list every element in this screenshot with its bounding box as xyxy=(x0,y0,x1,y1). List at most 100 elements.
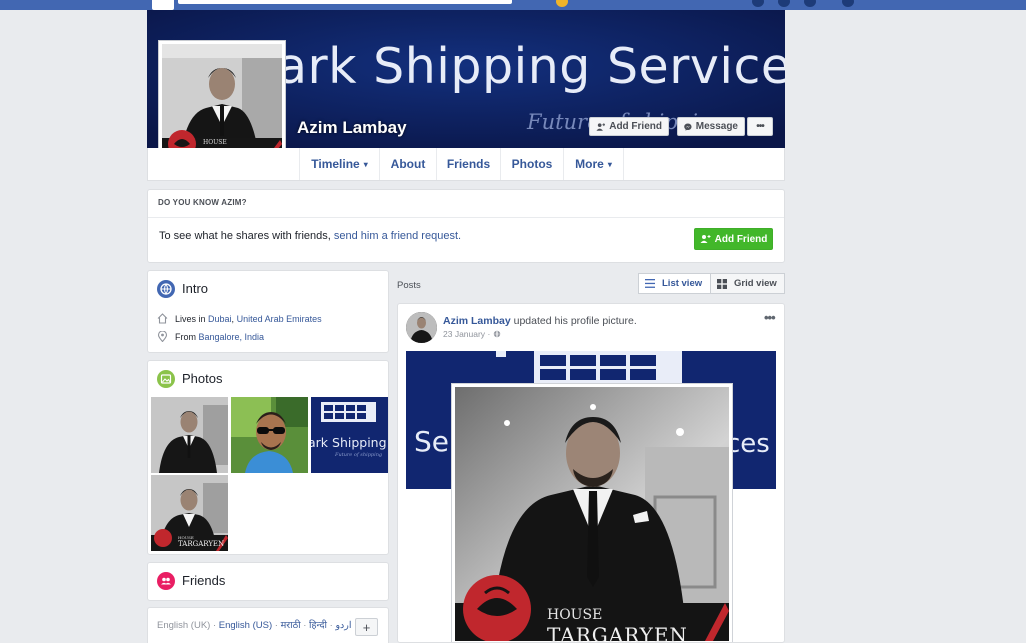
separator: · xyxy=(487,329,491,339)
tab-more[interactable]: More ▾ xyxy=(563,148,624,180)
add-friend-icon xyxy=(700,235,711,243)
post-timestamp: 23 January · xyxy=(443,329,501,339)
chevron-down-icon: ▾ xyxy=(607,159,612,169)
cover-title-text: ark Shipping Services xyxy=(277,38,785,95)
profile-name[interactable]: Azim Lambay xyxy=(297,118,407,138)
tab-friends[interactable]: Friends xyxy=(436,148,500,180)
do-you-know-card: DO YOU KNOW AZIM? To see what he shares … xyxy=(147,189,785,263)
tab-label: More xyxy=(575,157,604,171)
notification-badge-icon[interactable] xyxy=(556,0,568,7)
language-current: English (UK) xyxy=(157,620,211,631)
more-options-button[interactable]: ••• xyxy=(747,117,773,136)
lives-in-line: Lives in Dubai, United Arab Emirates xyxy=(175,314,322,324)
photo-thumbnail-sunglasses[interactable] xyxy=(231,397,308,473)
house-label: HOUSE xyxy=(203,139,227,146)
friends-title[interactable]: Friends xyxy=(182,573,225,588)
photo-thumbnail-shipping[interactable]: ark Shipping Se Future of shipping xyxy=(311,397,388,473)
messages-icon[interactable] xyxy=(778,0,790,7)
profile-nav-bar: Timeline ▾ About Friends Photos More ▾ xyxy=(147,148,785,181)
from-line: From Bangalore, India xyxy=(175,332,264,342)
tab-label: Timeline xyxy=(311,157,360,171)
search-input[interactable] xyxy=(178,0,512,4)
add-language-button[interactable]: + xyxy=(355,618,378,636)
post-date-link[interactable]: 23 January xyxy=(443,329,485,339)
top-navigation-bar xyxy=(0,0,1026,10)
post-options-icon[interactable]: ••• xyxy=(764,310,776,325)
post-author-link[interactable]: Azim Lambay xyxy=(443,315,511,327)
globe-icon xyxy=(157,280,175,298)
chevron-down-icon: ▾ xyxy=(363,159,368,169)
friend-requests-icon[interactable] xyxy=(752,0,764,7)
tab-photos[interactable]: Photos xyxy=(500,148,563,180)
send-friend-request-link[interactable]: send him a friend request. xyxy=(334,230,461,242)
separator: · xyxy=(329,620,333,631)
avatar[interactable] xyxy=(406,312,437,343)
separator: · xyxy=(303,620,307,631)
location-pin-icon xyxy=(157,331,168,342)
photo-image xyxy=(231,397,308,473)
language-option[interactable]: हिन्दी xyxy=(309,620,327,631)
tab-label: Friends xyxy=(446,157,491,171)
post-card: Azim Lambay updated his profile picture.… xyxy=(397,303,785,643)
language-option[interactable]: اردو xyxy=(335,620,351,631)
notifications-icon[interactable] xyxy=(804,0,816,7)
photos-icon xyxy=(157,370,175,388)
lives-separator: , xyxy=(231,314,235,324)
language-option[interactable]: मराठी xyxy=(281,620,301,631)
grid-view-button[interactable]: Grid view xyxy=(711,273,785,294)
from-place-link[interactable]: Bangalore, India xyxy=(199,332,265,342)
from-prefix: From xyxy=(175,332,196,342)
list-view-button[interactable]: List view xyxy=(638,273,711,294)
tab-label: Photos xyxy=(511,157,553,171)
friend-request-prompt: To see what he shares with friends, send… xyxy=(159,230,461,242)
photos-card: Photos ark Shipping Future of shipping H… xyxy=(147,360,389,555)
message-label: Message xyxy=(695,121,738,132)
lives-city-link[interactable]: Dubai xyxy=(208,314,232,324)
list-view-label: List view xyxy=(662,278,703,289)
add-friend-green-button[interactable]: Add Friend xyxy=(694,228,773,250)
lives-prefix: Lives in xyxy=(175,314,206,324)
globe-privacy-icon[interactable] xyxy=(493,330,501,338)
post-profile-picture[interactable]: HOUSE TARGARYEN xyxy=(452,384,732,643)
friends-card: Friends xyxy=(147,562,389,601)
intro-card: Intro Lives in Dubai, United Arab Emirat… xyxy=(147,270,389,353)
house-name: TARGARYEN xyxy=(178,540,225,548)
friends-icon xyxy=(157,572,175,590)
mini-cover-tagline: Future of shipping xyxy=(335,452,383,458)
facebook-logo-icon[interactable] xyxy=(152,0,174,10)
do-you-know-heading: DO YOU KNOW AZIM? xyxy=(158,198,247,207)
more-options-icon: ••• xyxy=(756,121,764,132)
language-option[interactable]: English (US) xyxy=(219,620,272,631)
add-friend-icon xyxy=(596,122,606,131)
tab-about[interactable]: About xyxy=(379,148,436,180)
separator: · xyxy=(212,620,217,631)
house-label: HOUSE xyxy=(547,607,603,623)
message-button[interactable]: Message xyxy=(677,117,745,136)
post-header-text: Azim Lambay updated his profile picture. xyxy=(443,315,637,327)
tab-timeline[interactable]: Timeline ▾ xyxy=(299,148,379,180)
separator: · xyxy=(274,620,278,631)
add-friend-button[interactable]: Add Friend xyxy=(589,117,669,136)
photos-title: Photos xyxy=(182,371,223,386)
post-action-text: updated his profile picture. xyxy=(513,315,637,327)
photo-thumbnail-suit[interactable] xyxy=(151,397,228,473)
home-icon xyxy=(157,313,168,324)
messenger-icon xyxy=(684,123,692,131)
photo-thumbnail-targaryen[interactable]: HOUSE TARGARYEN xyxy=(151,475,228,551)
lives-country-link[interactable]: United Arab Emirates xyxy=(237,314,322,324)
cover-text-left: Se xyxy=(414,425,449,458)
add-friend-label: Add Friend xyxy=(609,121,662,132)
help-icon[interactable] xyxy=(842,0,854,7)
languages-card: English (UK) · English (US) · मराठी · हि… xyxy=(147,607,389,643)
grid-view-label: Grid view xyxy=(734,278,777,289)
photo-image xyxy=(151,397,228,473)
house-name: TARGARYEN xyxy=(547,623,688,643)
list-icon xyxy=(645,279,655,288)
prompt-text: To see what he shares with friends, xyxy=(159,230,331,242)
tab-label: About xyxy=(390,157,426,171)
grid-icon xyxy=(717,278,727,289)
intro-title: Intro xyxy=(182,281,209,296)
add-friend-label: Add Friend xyxy=(714,233,768,245)
mini-cover-text: ark Shipping Se xyxy=(311,435,388,450)
language-list: English (UK) · English (US) · मराठी · हि… xyxy=(157,618,351,631)
